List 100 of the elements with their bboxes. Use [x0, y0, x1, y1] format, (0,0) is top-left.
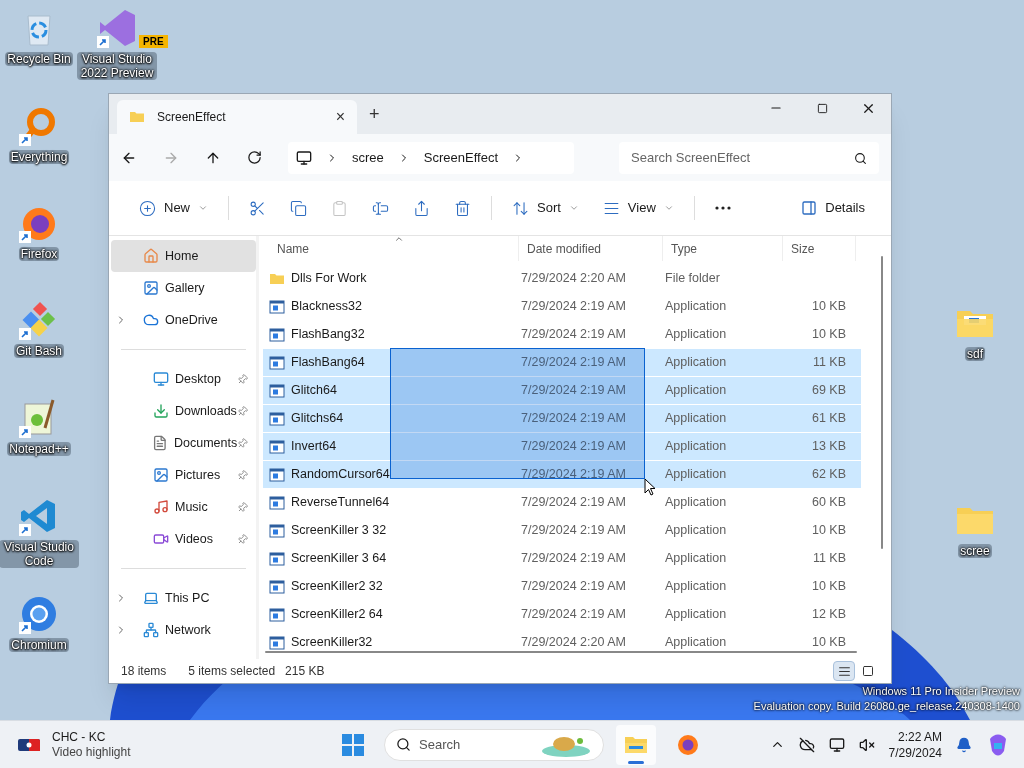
date-cell-text: 7/29/2024 2:19 AM: [520, 522, 627, 540]
details-pane-button[interactable]: Details: [793, 192, 873, 224]
refresh-icon[interactable]: [247, 150, 262, 165]
baseball-logo-icon: [18, 738, 40, 751]
file-row[interactable]: Dlls For Work 7/29/2024 2:20 AM File folder: [263, 265, 861, 292]
sidebar-label: Home: [165, 247, 200, 265]
sidebar-item[interactable]: Music: [111, 491, 256, 523]
file-name: ScreenKiller32: [291, 634, 373, 652]
display-icon[interactable]: [828, 736, 845, 753]
sidebar-item[interactable]: Documents: [111, 427, 256, 459]
file-row[interactable]: ScreenKiller2 32 7/29/2024 2:19 AM Application 10 KB: [263, 573, 861, 600]
file-row[interactable]: ReverseTunnel64 7/29/2024 2:19 AM Application 60 KB: [263, 489, 861, 516]
type-cell-text: File folder: [664, 270, 721, 288]
column-header[interactable]: Type: [663, 236, 783, 261]
file-row[interactable]: ScreenKiller 3 32 7/29/2024 2:19 AM Application 10 KB: [263, 517, 861, 544]
date-cell-text: 7/29/2024 2:20 AM: [520, 270, 627, 288]
file-name: ScreenKiller 3 64: [291, 550, 387, 568]
details-view-button[interactable]: [833, 661, 855, 681]
size-cell-text: 61 KB: [810, 410, 847, 428]
sidebar-item[interactable]: Gallery: [111, 272, 256, 304]
file-row[interactable]: RandomCursor64 7/29/2024 2:19 AM Application 62 KB: [263, 461, 861, 488]
folder-icon: [129, 109, 145, 125]
size-cell-text: 10 KB: [810, 578, 847, 596]
window-tab[interactable]: ScreenEffect ×: [117, 100, 357, 134]
address-bar[interactable]: scree ScreenEffect: [288, 141, 574, 174]
breadcrumb-item[interactable]: scree: [352, 147, 384, 168]
application-icon: [269, 382, 285, 399]
sidebar-item[interactable]: This PC: [111, 582, 256, 614]
view-button[interactable]: View: [596, 192, 680, 224]
sidebar-item[interactable]: Desktop: [111, 363, 256, 395]
item-count-text: 18 items: [121, 663, 167, 680]
taskbar-app[interactable]: [616, 724, 656, 765]
column-header[interactable]: Date modified: [519, 236, 663, 261]
sidebar-item[interactable]: OneDrive: [111, 304, 256, 336]
copy-icon: [290, 199, 307, 217]
application-icon: [269, 494, 285, 511]
search-field[interactable]: Search ScreenEffect: [619, 141, 879, 174]
new-tab-button[interactable]: +: [369, 101, 380, 128]
sidebar-item[interactable]: Home: [111, 240, 256, 272]
cloud-off-icon[interactable]: [798, 736, 815, 753]
sidebar-item[interactable]: Downloads: [111, 395, 256, 427]
sidebar-item[interactable]: Network: [111, 614, 256, 646]
downloads-icon: [153, 403, 169, 419]
date-cell-text: 7/29/2024 2:19 AM: [520, 382, 627, 400]
new-button[interactable]: New: [133, 192, 214, 224]
preview-badge: PRE: [139, 35, 168, 48]
browser-icon: [676, 732, 700, 757]
file-row[interactable]: ScreenKiller2 64 7/29/2024 2:19 AM Application 12 KB: [263, 601, 861, 628]
desktop-shortcut-icon[interactable]: [97, 8, 137, 48]
sidebar-item[interactable]: Videos: [111, 523, 256, 555]
sidebar-label: Gallery: [165, 279, 206, 297]
file-row[interactable]: Invert64 7/29/2024 2:19 AM Application 13 KB: [263, 433, 861, 460]
file-name: Glitchs64: [291, 410, 344, 428]
breadcrumb-item[interactable]: ScreenEffect: [423, 147, 498, 168]
type-cell-text: Application: [664, 466, 728, 484]
horizontal-scrollbar[interactable]: [265, 651, 857, 653]
file-name: FlashBang32: [291, 326, 365, 344]
size-cell-text: 62 KB: [810, 466, 847, 484]
start-button-icon[interactable]: [342, 733, 364, 756]
size-cell-text: 10 KB: [810, 634, 847, 652]
volume-muted-icon[interactable]: [858, 736, 875, 753]
type-cell-text: Application: [664, 494, 728, 512]
news-widget[interactable]: CHC - KC Video highlight: [0, 729, 300, 760]
monitor-icon: [296, 149, 312, 166]
search-icon: [396, 736, 411, 752]
type-cell-text: Application: [664, 354, 728, 372]
sort-button[interactable]: Sort: [506, 192, 585, 224]
type-cell-text: Application: [664, 382, 728, 400]
application-icon: [269, 326, 285, 343]
sidebar-label: Videos: [175, 530, 214, 548]
type-cell-text: Application: [664, 326, 728, 344]
vertical-scrollbar[interactable]: [881, 256, 883, 549]
taskbar-search-field[interactable]: Search: [384, 728, 604, 761]
close-tab-button[interactable]: ×: [335, 105, 345, 129]
date-cell-text: 7/29/2024 2:19 AM: [520, 466, 627, 484]
file-row[interactable]: FlashBang64 7/29/2024 2:19 AM Application 11 KB: [263, 349, 861, 376]
type-cell-text: Application: [664, 298, 728, 316]
file-row[interactable]: ScreenKiller 3 64 7/29/2024 2:19 AM Application 11 KB: [263, 545, 861, 572]
maximize-icon: [816, 102, 828, 114]
cut-icon: [249, 199, 266, 217]
sidebar-label: Network: [165, 621, 212, 639]
sidebar-label: Downloads: [175, 402, 237, 420]
desktop-shortcut-icon[interactable]: [19, 594, 59, 634]
type-cell-text: Application: [664, 438, 728, 456]
column-header[interactable]: Size: [783, 236, 856, 261]
type-cell-text: Application: [664, 634, 728, 652]
size-cell-text: 11 KB: [811, 354, 847, 372]
widget-title: CHC - KC: [52, 729, 107, 745]
notification-bell-icon[interactable]: [956, 736, 972, 753]
file-row[interactable]: ScreenKiller32 7/29/2024 2:20 AM Application 10 KB: [263, 629, 861, 656]
column-header[interactable]: Name: [269, 236, 519, 261]
sidebar-item[interactable]: Pictures: [111, 459, 256, 491]
date-cell-text: 7/29/2024 2:19 AM: [520, 298, 627, 316]
file-row[interactable]: Glitch64 7/29/2024 2:19 AM Application 69 KB: [263, 377, 861, 404]
file-row[interactable]: Glitchs64 7/29/2024 2:19 AM Application 61 KB: [263, 405, 861, 432]
sidebar-label: Desktop: [175, 370, 222, 388]
file-row[interactable]: Blackness32 7/29/2024 2:19 AM Application 10 KB: [263, 293, 861, 320]
file-row[interactable]: FlashBang32 7/29/2024 2:19 AM Application 10 KB: [263, 321, 861, 348]
file-name: Glitch64: [291, 382, 337, 400]
clock[interactable]: 2:22 AM 7/29/2024: [888, 728, 942, 761]
